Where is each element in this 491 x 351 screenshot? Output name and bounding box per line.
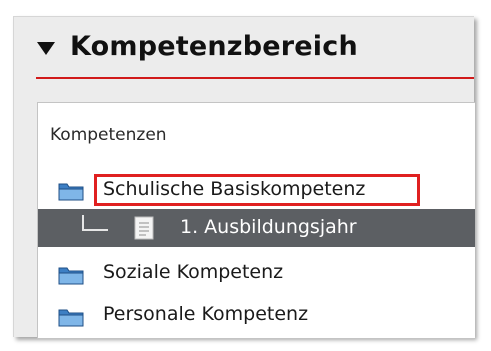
- tree-item-label: 1. Ausbildungsjahr: [180, 216, 357, 238]
- tree-item-label: Personale Kompetenz: [103, 303, 309, 325]
- tree-item-label: Schulische Basiskompetenz: [103, 178, 366, 200]
- tree-item-soziale-kompetenz[interactable]: Soziale Kompetenz: [38, 256, 475, 292]
- tree-item-schulische-basiskompetenz[interactable]: Schulische Basiskompetenz: [38, 172, 475, 208]
- document-icon: [134, 216, 154, 240]
- tree-caption: Kompetenzen: [50, 125, 167, 145]
- tree-item-1-ausbildungsjahr[interactable]: 1. Ausbildungsjahr: [38, 209, 475, 247]
- tree-item-label: Soziale Kompetenz: [103, 261, 284, 283]
- tree-connector-line: [82, 215, 108, 231]
- folder-icon: [58, 267, 84, 285]
- header-divider: [36, 77, 474, 79]
- panel-title: Kompetenzbereich: [70, 31, 358, 62]
- tree-item-personale-kompetenz[interactable]: Personale Kompetenz: [38, 298, 475, 334]
- triangle-down-icon[interactable]: [37, 42, 55, 55]
- folder-icon: [58, 309, 84, 327]
- folder-icon: [58, 183, 84, 201]
- screenshot-frame: Kompetenzbereich Kompetenzen Schulische …: [0, 0, 491, 351]
- competence-panel: Kompetenzbereich Kompetenzen Schulische …: [13, 16, 475, 339]
- competence-tree: Kompetenzen Schulische Basiskompetenz 1.…: [37, 102, 475, 339]
- panel-header[interactable]: Kompetenzbereich: [14, 17, 474, 83]
